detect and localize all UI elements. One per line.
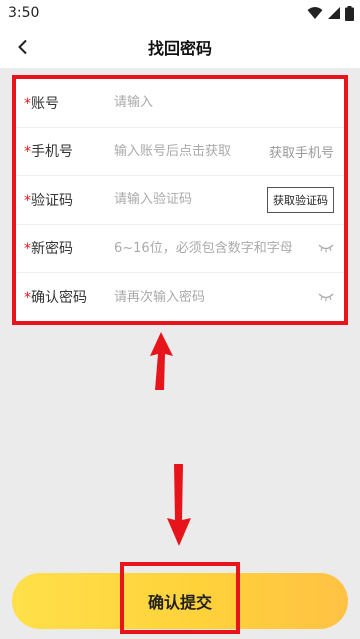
nav-bar: 找回密码 [0,26,360,68]
phone-label-text: 手机号 [31,144,73,161]
annotation-arrow-down-icon [167,464,191,546]
eye-closed-icon[interactable] [318,292,334,302]
code-input[interactable] [114,192,267,208]
phone-input[interactable] [114,143,263,159]
reset-password-form: *账号 *手机号 获取手机号 *验证码 获取验证码 *新密码 *确认密码 [12,75,348,325]
status-icons [307,5,354,21]
required-mark: * [24,290,31,307]
required-mark: * [24,144,31,161]
status-time: 3:50 [8,5,40,21]
confirm-password-row: *确认密码 [16,273,344,322]
page-title: 找回密码 [147,39,212,58]
submit-label: 确认提交 [147,593,212,612]
confirm-password-label: *确认密码 [24,287,114,307]
new-password-row: *新密码 [16,225,344,273]
new-password-input[interactable] [114,240,312,256]
code-row: *验证码 获取验证码 [16,176,344,225]
required-mark: * [24,95,31,112]
account-input[interactable] [114,95,334,111]
status-bar: 3:50 [0,0,360,26]
submit-button[interactable]: 确认提交 [12,573,348,629]
required-mark: * [24,192,31,209]
required-mark: * [24,241,31,258]
phone-row: *手机号 获取手机号 [16,128,344,176]
code-label: *验证码 [24,190,114,210]
get-phone-link[interactable]: 获取手机号 [269,142,334,161]
back-button[interactable] [8,32,38,62]
battery-icon [345,5,354,21]
wifi-icon [307,7,323,19]
signal-icon [328,7,340,19]
account-label: *账号 [24,93,114,113]
code-label-text: 验证码 [31,192,73,209]
get-code-button[interactable]: 获取验证码 [267,186,334,213]
phone-label: *手机号 [24,141,114,161]
annotation-arrow-up-icon [150,332,173,390]
new-password-label: *新密码 [24,238,114,258]
account-row: *账号 [16,79,344,128]
chevron-left-icon [18,39,27,55]
confirm-password-input[interactable] [114,289,312,305]
confirm-password-label-text: 确认密码 [31,290,87,307]
new-password-label-text: 新密码 [31,241,73,258]
eye-closed-icon[interactable] [318,243,334,253]
account-label-text: 账号 [31,95,59,112]
